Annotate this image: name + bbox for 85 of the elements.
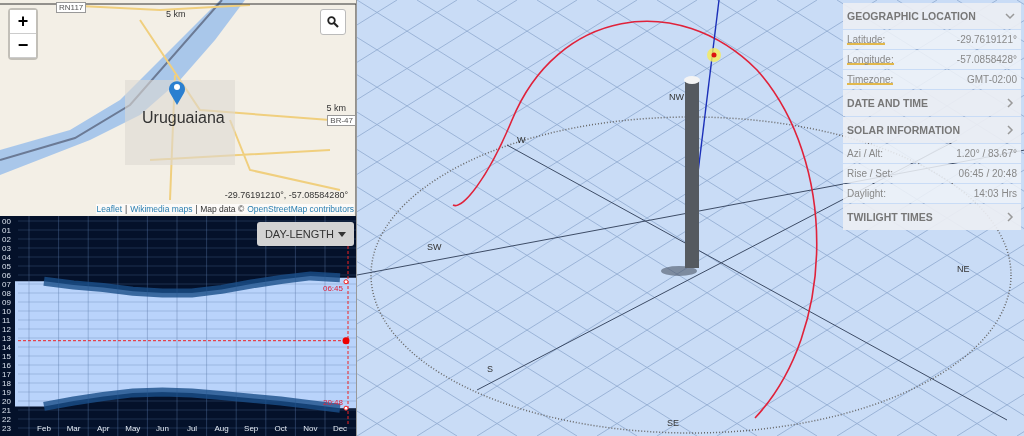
hour-tick: 14 (2, 343, 11, 352)
hour-tick: 06 (2, 271, 11, 280)
sunset-time: 20:48 (322, 398, 343, 408)
field-value: -29.7619121° (956, 34, 1017, 45)
hour-tick: 07 (2, 280, 11, 289)
chevron-icon (1004, 97, 1016, 109)
compass-label: SE (667, 418, 679, 428)
field-label: Azi / Alt: (847, 148, 884, 159)
hour-tick: 11 (2, 316, 11, 325)
compass-label: S (487, 364, 493, 374)
scale-label: 5 km (166, 9, 186, 19)
month-tick: Aug (214, 424, 229, 433)
month-tick: Apr (96, 424, 110, 433)
hour-tick: 15 (2, 352, 11, 361)
sunset-marker (343, 405, 349, 411)
hour-tick: 23 (2, 424, 11, 433)
attribution-text: | Map data © (195, 204, 245, 214)
hour-tick: 02 (2, 235, 11, 244)
hour-tick: 17 (2, 370, 11, 379)
field-value: 1.20° / 83.67° (956, 148, 1017, 159)
hour-tick: 08 (2, 289, 11, 298)
hour-tick: 09 (2, 298, 11, 307)
field-label: Latitude: (847, 34, 886, 45)
month-tick: May (125, 424, 141, 433)
hour-tick: 03 (2, 244, 11, 253)
section-header[interactable]: GEOGRAPHIC LOCATION (843, 3, 1021, 29)
sunrise-time: 06:45 (322, 283, 343, 293)
hour-tick: 16 (2, 361, 11, 370)
attribution-text: | (125, 204, 128, 214)
field-label: Longitude: (847, 54, 894, 65)
map-view[interactable]: + − RN117 BR-47 5 km 5 km Uruguaiana -29.76191210°, -57.08584280° Leaflet | Wikimedia maps | Map data © OpenStreetMap contributors (0, 0, 356, 216)
city-label: Uruguaiana (142, 109, 225, 127)
zoom-out-button[interactable]: − (10, 34, 36, 58)
field-label: Timezone: (847, 74, 894, 85)
section-header[interactable]: TWILIGHT TIMES (843, 204, 1021, 230)
search-icon (327, 16, 339, 28)
month-tick: Dec (332, 424, 348, 433)
hour-tick: 05 (2, 262, 11, 271)
field-label: Daylight: (847, 188, 886, 199)
chevron-icon (1004, 10, 1016, 22)
hour-tick: 01 (2, 226, 11, 235)
compass-label: SW (427, 242, 442, 252)
attribution-link[interactable]: Leaflet (96, 204, 122, 214)
sunrise-marker (343, 279, 349, 285)
month-tick: Sep (244, 424, 259, 433)
attribution-link[interactable]: Wikimedia maps (130, 204, 193, 214)
hour-tick: 10 (2, 307, 11, 316)
compass-label: NE (957, 264, 970, 274)
month-tick: Oct (274, 424, 288, 433)
hour-tick: 04 (2, 253, 11, 262)
field-label: Rise / Set: (847, 168, 894, 179)
hour-tick: 18 (2, 379, 11, 388)
field-value: 14:03 Hrs (973, 188, 1017, 199)
day-length-dropdown[interactable]: DAY-LENGTH (256, 222, 354, 246)
hour-tick: 20 (2, 397, 11, 406)
caret-icon (338, 231, 346, 237)
road-label: RN117 (56, 2, 87, 13)
coordinates-label: -29.76191210°, -57.08584280° (224, 190, 348, 200)
road-label: BR-47 (327, 115, 356, 126)
map-pin-icon (168, 79, 186, 105)
compass-label: W (517, 135, 526, 145)
month-tick: Feb (37, 424, 51, 433)
month-tick: Jun (155, 424, 169, 433)
hour-tick: 13 (2, 334, 11, 343)
month-tick: Jul (186, 424, 198, 433)
month-tick: Nov (303, 424, 318, 433)
month-tick: Mar (66, 424, 81, 433)
hour-tick: 12 (2, 325, 11, 334)
scale-label: 5 km (326, 103, 346, 113)
compass-label: NW (669, 92, 684, 102)
attribution-link[interactable]: OpenStreetMap contributors (247, 204, 354, 214)
section-header[interactable]: SOLAR INFORMATION (843, 117, 1021, 143)
field-value: -57.0858428° (956, 54, 1017, 65)
hour-tick: 19 (2, 388, 11, 397)
chevron-icon (1004, 124, 1016, 136)
hour-tick: 22 (2, 415, 11, 424)
field-value: 06:45 / 20:48 (958, 168, 1017, 179)
zoom-in-button[interactable]: + (10, 10, 36, 34)
chevron-icon (1004, 211, 1016, 223)
hour-tick: 00 (2, 217, 11, 226)
current-time-dot (342, 337, 350, 345)
field-value: GMT-02:00 (966, 74, 1017, 85)
search-button[interactable] (320, 9, 346, 35)
section-header[interactable]: DATE AND TIME (843, 90, 1021, 116)
hour-tick: 21 (2, 406, 11, 415)
